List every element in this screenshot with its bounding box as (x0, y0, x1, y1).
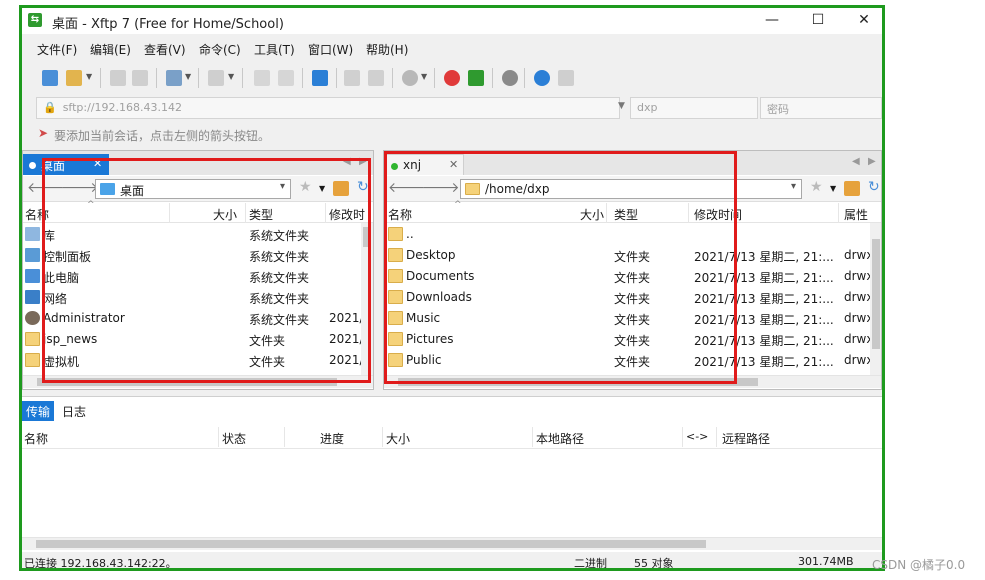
menu-help[interactable]: 帮助(H) (366, 41, 408, 58)
toolbar-separator (302, 68, 303, 88)
remote-vertical-scrollbar[interactable] (870, 223, 881, 375)
paste-icon[interactable] (368, 70, 384, 86)
tab-scroll-right-icon[interactable]: ▶ (868, 156, 876, 167)
transfer-column-header: 名称 状态 进度 大小 本地路径 <-> 远程路径 (22, 427, 882, 449)
tab-transfer[interactable]: 传输 (22, 401, 55, 421)
bookmark-arrow-icon[interactable]: ➤ (38, 126, 48, 140)
open-folder-icon[interactable] (66, 70, 82, 86)
toolbar-separator (336, 68, 337, 88)
menu-window[interactable]: 窗口(W) (308, 41, 353, 58)
sync-dropdown-icon[interactable]: ▼ (185, 72, 191, 81)
column-direction[interactable]: <-> (686, 430, 708, 443)
total-size: 301.74MB (798, 555, 854, 568)
chevron-down-icon[interactable]: ▾ (791, 181, 796, 192)
column-size[interactable]: 大小 (386, 430, 410, 447)
star-dropdown-icon[interactable]: ▼ (830, 184, 836, 193)
host-dropdown-icon[interactable]: ▼ (618, 101, 625, 111)
refresh-icon[interactable]: ↻ (868, 179, 880, 195)
user-icon (25, 311, 40, 325)
tab-status-dot (29, 162, 36, 169)
session-hint-bar: ➤ 要添加当前会话，点击左侧的箭头按钮。 (22, 122, 882, 146)
open-dropdown-icon[interactable]: ▼ (86, 72, 92, 81)
xftp-icon[interactable] (468, 70, 484, 86)
column-remote-path[interactable]: 远程路径 (722, 430, 770, 447)
transfer-mode: 二进制 (574, 557, 607, 570)
chat-icon[interactable] (558, 70, 574, 86)
host-address-field[interactable]: 🔒 sftp://192.168.43.142 (36, 97, 620, 119)
tab-scroll-left-icon[interactable]: ◀ (852, 156, 860, 167)
session-hint-text: 要添加当前会话，点击左侧的箭头按钮。 (54, 129, 271, 143)
toolbar: ▼ ▼ ▼ ▼ (22, 64, 882, 94)
terminal-icon[interactable] (208, 70, 224, 86)
tab-log[interactable]: 日志 (58, 401, 90, 421)
transfer-swap-icon[interactable] (312, 70, 328, 86)
clipboard-icon[interactable] (344, 70, 360, 86)
password-field[interactable]: 密码 (760, 97, 882, 119)
menu-command[interactable]: 命令(C) (199, 41, 241, 58)
control-panel-icon (25, 248, 40, 262)
new-session-icon[interactable] (42, 70, 58, 86)
lock-icon: 🔒 (43, 101, 57, 114)
menu-edit[interactable]: 编辑(E) (90, 41, 131, 58)
toolbar-separator (100, 68, 101, 88)
folder-icon (25, 353, 40, 367)
netsarang-icon[interactable] (444, 70, 460, 86)
close-button[interactable]: ✕ (842, 8, 882, 34)
toolbar-separator (492, 68, 493, 88)
transfer-pane: 传输 日志 名称 状态 进度 大小 本地路径 <-> 远程路径 (22, 396, 882, 552)
minimize-button[interactable]: — (750, 8, 794, 34)
folder-icon (25, 332, 40, 346)
globe-icon[interactable] (402, 70, 418, 86)
toolbar-separator (434, 68, 435, 88)
watermark-text: CSDN @橘子0.0 (872, 558, 966, 572)
column-progress[interactable]: 进度 (320, 430, 344, 447)
disconnect-icon[interactable] (132, 70, 148, 86)
document-copy-icon[interactable] (278, 70, 294, 86)
maximize-button[interactable]: ☐ (796, 8, 840, 34)
toolbar-separator (524, 68, 525, 88)
toolbar-separator (242, 68, 243, 88)
home-icon[interactable] (844, 181, 860, 196)
network-icon (25, 290, 40, 304)
object-count: 55 对象 (634, 557, 674, 570)
menu-file[interactable]: 文件(F) (37, 41, 77, 58)
transfer-horizontal-scrollbar[interactable] (22, 537, 882, 550)
username-field[interactable]: dxp (630, 97, 758, 119)
host-address-value: sftp://192.168.43.142 (62, 101, 183, 114)
menu-tools[interactable]: 工具(T) (254, 41, 295, 58)
column-local-path[interactable]: 本地路径 (536, 430, 584, 447)
library-icon (25, 227, 40, 241)
column-status[interactable]: 状态 (222, 430, 246, 447)
column-name[interactable]: 名称 (24, 430, 48, 447)
toolbar-separator (156, 68, 157, 88)
menu-view[interactable]: 查看(V) (144, 41, 186, 58)
title-bar: ⇆ 桌面 - Xftp 7 (Free for Home/School) — ☐… (22, 8, 882, 34)
column-attributes[interactable]: 属性 (844, 206, 868, 223)
connect-icon[interactable] (110, 70, 126, 86)
computer-icon (25, 269, 40, 283)
globe-dropdown-icon[interactable]: ▼ (421, 72, 427, 81)
toolbar-separator (392, 68, 393, 88)
menu-bar: 文件(F) 编辑(E) 查看(V) 命令(C) 工具(T) 窗口(W) 帮助(H… (22, 38, 882, 60)
terminal-dropdown-icon[interactable]: ▼ (228, 72, 234, 81)
annotation-box-local (42, 158, 371, 383)
annotation-box-remote (384, 151, 737, 384)
connection-status: 已连接 192.168.43.142:22。 (24, 557, 177, 570)
sync-icon[interactable] (166, 70, 182, 86)
status-bar: 已连接 192.168.43.142:22。 二进制 55 对象 301.74M… (22, 554, 882, 570)
toolbar-separator (198, 68, 199, 88)
document-icon[interactable] (254, 70, 270, 86)
gear-icon[interactable] (502, 70, 518, 86)
xftp-app-icon: ⇆ (28, 13, 42, 27)
star-icon[interactable]: ★ (810, 179, 823, 195)
help-icon[interactable] (534, 70, 550, 86)
window-title: 桌面 - Xftp 7 (Free for Home/School) (52, 17, 284, 32)
